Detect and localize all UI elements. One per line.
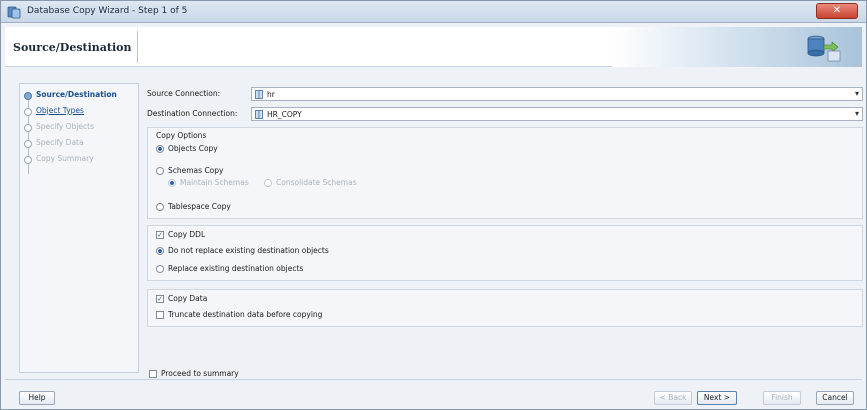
radio-label: Replace existing destination objects	[168, 264, 304, 273]
next-button[interactable]: Next >	[697, 391, 737, 405]
copy-ddl-group: ✓ Copy DDL Do not replace existing desti…	[147, 225, 863, 281]
connection-icon	[255, 110, 263, 119]
button-label: Help	[28, 393, 46, 402]
checkmark-icon: ✓	[156, 295, 164, 303]
radio-selected-icon	[168, 179, 176, 187]
database-copy-icon	[807, 35, 841, 62]
radio-label: Maintain Schemas	[180, 178, 249, 187]
step-icon	[24, 108, 32, 116]
radio-label: Consolidate Schemas	[276, 178, 357, 187]
radio-label: Objects Copy	[168, 144, 218, 153]
checkbox-label: Copy Data	[168, 294, 208, 303]
copy-options-group: Copy Options Objects Copy Schemas Copy M…	[147, 127, 863, 219]
close-icon: ✕	[832, 5, 842, 16]
radio-icon	[156, 265, 164, 273]
step-label: Source/Destination	[36, 90, 117, 99]
wizard-steps-nav: Source/Destination Object Types Specify …	[19, 83, 139, 373]
step-label: Specify Data	[36, 138, 84, 147]
chevron-down-icon: ▾	[854, 89, 859, 98]
radio-label: Tablespace Copy	[168, 202, 231, 211]
database-app-icon	[7, 6, 21, 19]
step-icon	[24, 140, 32, 148]
step-icon	[24, 124, 32, 132]
radio-label: Schemas Copy	[168, 166, 224, 175]
source-connection-select[interactable]: hr ▾	[251, 87, 863, 101]
destination-connection-select[interactable]: HR_COPY ▾	[251, 107, 863, 121]
button-label: < Back	[659, 393, 687, 402]
radio-icon	[264, 179, 272, 187]
checkbox-label: Truncate destination data before copying	[168, 310, 323, 319]
back-button: < Back	[654, 391, 692, 405]
radio-icon	[156, 167, 164, 175]
copy-data-group: ✓ Copy Data Truncate destination data be…	[147, 289, 863, 327]
button-label: Next >	[703, 393, 731, 402]
checkbox-label: Proceed to summary	[161, 369, 239, 378]
copy-options-title: Copy Options	[156, 131, 207, 140]
checkbox-unchecked-icon	[156, 311, 164, 319]
chevron-down-icon: ▾	[854, 109, 859, 118]
header-banner-art	[612, 27, 862, 67]
wizard-window: Database Copy Wizard - Step 1 of 5 ✕ Sou…	[0, 0, 867, 410]
page-title: Source/Destination	[13, 41, 132, 54]
checkbox-label: Copy DDL	[168, 230, 206, 239]
destination-connection-value: HR_COPY	[267, 110, 302, 119]
checkmark-icon: ✓	[156, 231, 164, 239]
radio-selected-icon	[156, 145, 164, 153]
footer-divider	[5, 379, 862, 380]
button-label: Finish	[771, 393, 793, 402]
step-label: Object Types	[36, 106, 84, 115]
step-label: Specify Objects	[36, 122, 95, 131]
radio-selected-icon	[156, 247, 164, 255]
step-icon	[24, 156, 32, 164]
source-connection-value: hr	[267, 90, 275, 99]
source-connection-label: Source Connection:	[147, 89, 221, 98]
connection-icon	[255, 90, 263, 99]
checkbox-unchecked-icon	[149, 370, 157, 378]
window-title: Database Copy Wizard - Step 1 of 5	[27, 6, 188, 16]
button-label: Cancel	[822, 393, 848, 402]
radio-icon	[156, 203, 164, 211]
finish-button: Finish	[763, 391, 801, 405]
help-button[interactable]: Help	[19, 391, 55, 405]
step-current-icon	[24, 92, 32, 100]
destination-connection-label: Destination Connection:	[147, 109, 238, 118]
radio-label: Do not replace existing destination obje…	[168, 246, 329, 255]
title-bar: Database Copy Wizard - Step 1 of 5 ✕	[1, 1, 866, 23]
step-label: Copy Summary	[36, 154, 94, 163]
wizard-content: Source Connection: hr ▾ Destination Conn…	[141, 83, 863, 378]
close-button[interactable]: ✕	[816, 3, 858, 19]
wizard-header: Source/Destination	[5, 27, 862, 67]
cancel-button[interactable]: Cancel	[816, 391, 854, 405]
header-divider	[137, 31, 138, 63]
